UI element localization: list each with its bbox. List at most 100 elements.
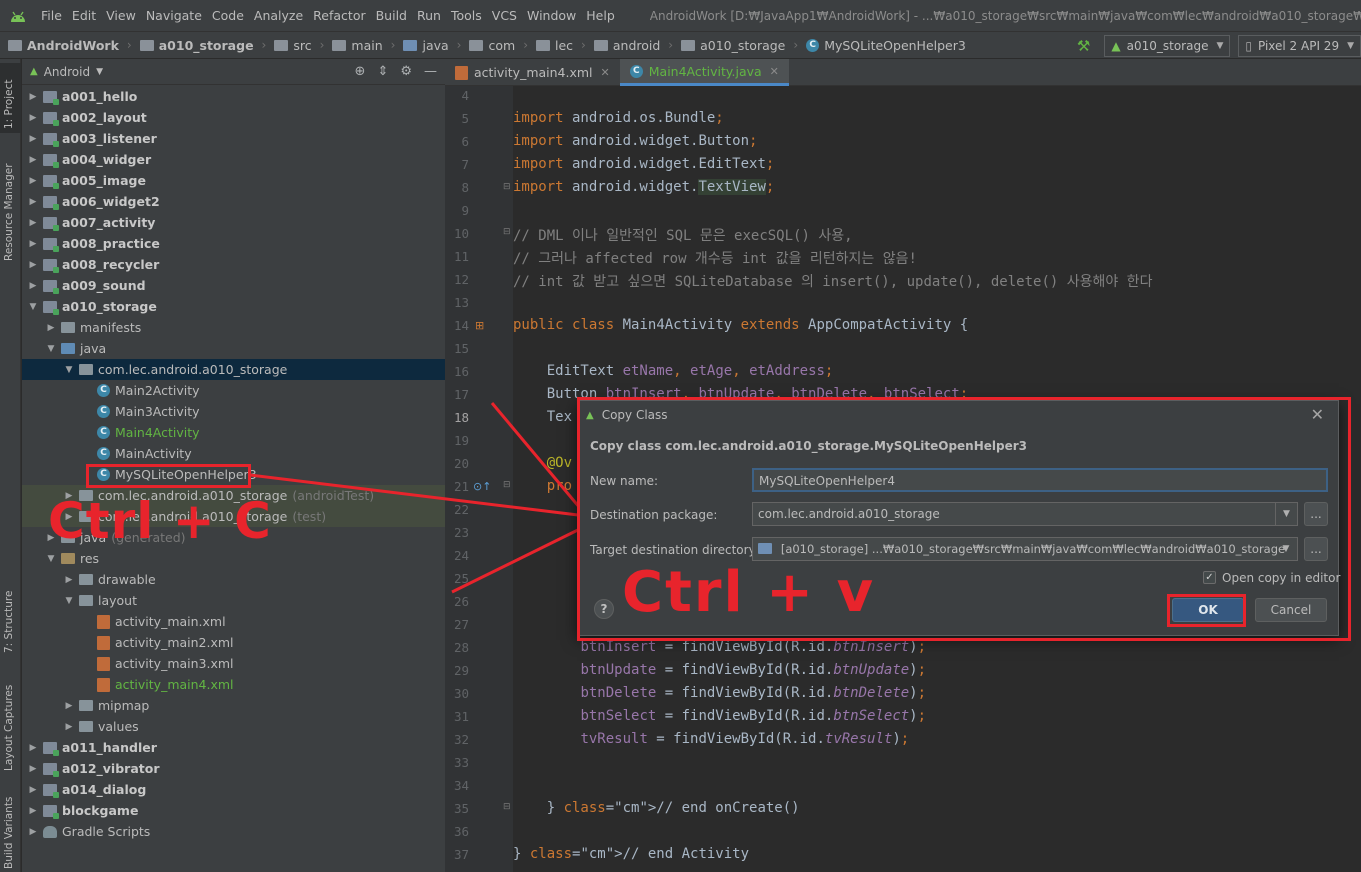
tree-item[interactable]: activity_main.xml xyxy=(22,611,445,632)
tree-item[interactable]: activity_main2.xml xyxy=(22,632,445,653)
chevron-right-icon[interactable]: ▶ xyxy=(26,134,40,144)
code-line[interactable]: @Ov xyxy=(513,455,572,471)
chevron-down-icon[interactable]: ▼ xyxy=(62,365,76,375)
menu-refactor[interactable]: Refactor xyxy=(308,8,370,23)
menu-vcs[interactable]: VCS xyxy=(487,8,522,23)
chevron-right-icon[interactable]: ▶ xyxy=(26,155,40,165)
chevron-right-icon[interactable]: ▶ xyxy=(44,323,58,333)
tree-item[interactable]: ▶ a012_vibrator xyxy=(22,758,445,779)
chevron-right-icon[interactable]: ▶ xyxy=(62,575,76,585)
chevron-down-icon[interactable]: ▼ xyxy=(44,554,58,564)
chevron-down-icon[interactable]: ▼ xyxy=(62,596,76,606)
chevron-right-icon[interactable]: ▶ xyxy=(26,92,40,102)
code-line[interactable]: btnInsert = findViewById(R.id.btnInsert)… xyxy=(513,639,926,655)
code-line[interactable]: tvResult = findViewById(R.id.tvResult); xyxy=(513,731,909,747)
code-line[interactable]: public class Main4Activity extends AppCo… xyxy=(513,317,968,333)
tree-item[interactable]: ▶ mipmap xyxy=(22,695,445,716)
tree-item[interactable]: ▶ a014_dialog xyxy=(22,779,445,800)
tree-item[interactable]: ▶ drawable xyxy=(22,569,445,590)
code-line[interactable]: btnUpdate = findViewById(R.id.btnUpdate)… xyxy=(513,662,926,678)
menu-window[interactable]: Window xyxy=(522,8,581,23)
tab-project[interactable]: 1: Project xyxy=(0,63,21,133)
chevron-right-icon[interactable]: ▶ xyxy=(26,176,40,186)
close-icon[interactable]: ✕ xyxy=(601,66,610,79)
breadcrumb-item[interactable]: src › xyxy=(266,38,324,53)
fold-icon[interactable]: ⊟ xyxy=(503,227,511,237)
chevron-right-icon[interactable]: ▶ xyxy=(62,701,76,711)
code-line[interactable]: // int 값 받고 싶으면 SQLiteDatabase 의 insert(… xyxy=(513,271,1152,291)
chevron-right-icon[interactable]: ▶ xyxy=(26,281,40,291)
menu-navigate[interactable]: Navigate xyxy=(141,8,207,23)
code-line[interactable]: import android.widget.TextView; xyxy=(513,179,774,195)
tree-item[interactable]: ▶ a008_recycler xyxy=(22,254,445,275)
chevron-right-icon[interactable]: ▶ xyxy=(26,260,40,270)
tab-resource-manager[interactable]: Resource Manager xyxy=(0,149,21,265)
breadcrumb-item[interactable]: C MySQLiteOpenHelper3 xyxy=(798,38,966,53)
menu-help[interactable]: Help xyxy=(581,8,620,23)
gear-icon[interactable]: ⚙ xyxy=(400,64,412,79)
menu-file[interactable]: File xyxy=(36,8,67,23)
tree-item[interactable]: ▶ a005_image xyxy=(22,170,445,191)
tree-item[interactable]: ▶ a003_listener xyxy=(22,128,445,149)
tree-item[interactable]: ▶ a001_hello xyxy=(22,86,445,107)
chevron-right-icon[interactable]: ▶ xyxy=(26,743,40,753)
device-combo[interactable]: ▯ Pixel 2 API 29 ▼ xyxy=(1238,35,1361,57)
fold-icon[interactable]: ⊟ xyxy=(503,802,511,812)
breadcrumb-item[interactable]: a010_storage › xyxy=(673,38,798,53)
chevron-right-icon[interactable]: ▶ xyxy=(26,197,40,207)
code-line[interactable]: import android.os.Bundle; xyxy=(513,110,724,126)
chevron-down-icon[interactable]: ▼ xyxy=(26,302,40,312)
breadcrumb-item[interactable]: AndroidWork › xyxy=(0,38,132,53)
code-line[interactable]: btnSelect = findViewById(R.id.btnSelect)… xyxy=(513,708,926,724)
tree-item[interactable]: ▶ a009_sound xyxy=(22,275,445,296)
menu-edit[interactable]: Edit xyxy=(67,8,101,23)
tree-item[interactable]: ▼ java xyxy=(22,338,445,359)
tree-item[interactable]: ▼ res xyxy=(22,548,445,569)
tree-item[interactable]: C Main3Activity xyxy=(22,401,445,422)
menu-view[interactable]: View xyxy=(101,8,141,23)
project-view-selector[interactable]: Android xyxy=(44,65,90,79)
tab-build-variants[interactable]: Build Variants xyxy=(0,795,21,871)
breadcrumb-item[interactable]: lec › xyxy=(528,38,586,53)
chevron-right-icon[interactable]: ▶ xyxy=(26,785,40,795)
breadcrumb-item[interactable]: com › xyxy=(461,38,528,53)
tab-structure[interactable]: 7: Structure xyxy=(0,577,21,657)
tree-item[interactable]: activity_main3.xml xyxy=(22,653,445,674)
tree-item[interactable]: ▶ a011_handler xyxy=(22,737,445,758)
collapse-all-icon[interactable]: ⇕ xyxy=(377,64,388,79)
tree-item[interactable]: ▶ a006_widget2 xyxy=(22,191,445,212)
tree-item[interactable]: ▶ values xyxy=(22,716,445,737)
tree-item[interactable]: ▶ a004_widger xyxy=(22,149,445,170)
close-icon[interactable]: ✕ xyxy=(770,65,779,78)
code-line[interactable]: EditText etName, etAge, etAddress; xyxy=(513,363,834,379)
menu-analyze[interactable]: Analyze xyxy=(249,8,308,23)
minimize-icon[interactable]: — xyxy=(424,64,437,79)
code-line[interactable]: // 그러나 affected row 개수등 int 값을 리턴하지는 않음! xyxy=(513,248,917,268)
tree-item[interactable]: ▶ a008_practice xyxy=(22,233,445,254)
tree-item[interactable]: C Main4Activity xyxy=(22,422,445,443)
tree-item[interactable]: ▼ layout xyxy=(22,590,445,611)
tree-item[interactable]: ▶ Gradle Scripts xyxy=(22,821,445,842)
code-line[interactable]: } class="cm">// end Activity xyxy=(513,846,749,862)
class-hierarchy-icon[interactable]: ⊞ xyxy=(475,319,484,332)
code-line[interactable]: pro xyxy=(513,478,572,494)
tree-item[interactable]: ▶ manifests xyxy=(22,317,445,338)
chevron-right-icon[interactable]: ▶ xyxy=(26,827,40,837)
fold-icon[interactable]: ⊟ xyxy=(503,480,511,490)
breadcrumb-item[interactable]: main › xyxy=(324,38,395,53)
code-line[interactable]: import android.widget.Button; xyxy=(513,133,757,149)
module-combo[interactable]: ▲ a010_storage ▼ xyxy=(1104,35,1231,57)
chevron-down-icon[interactable]: ▼ xyxy=(44,344,58,354)
locate-icon[interactable]: ⊕ xyxy=(355,64,366,79)
menu-code[interactable]: Code xyxy=(207,8,249,23)
chevron-right-icon[interactable]: ▶ xyxy=(26,218,40,228)
menu-tools[interactable]: Tools xyxy=(446,8,487,23)
tree-item[interactable]: ▶ a002_layout xyxy=(22,107,445,128)
tree-item[interactable]: ▼ com.lec.android.a010_storage xyxy=(22,359,445,380)
code-line[interactable]: import android.widget.EditText; xyxy=(513,156,774,172)
breadcrumb-item[interactable]: java › xyxy=(395,38,461,53)
tree-item[interactable]: activity_main4.xml xyxy=(22,674,445,695)
chevron-right-icon[interactable]: ▶ xyxy=(26,806,40,816)
tab-activity-main4-xml[interactable]: activity_main4.xml ✕ xyxy=(445,59,620,86)
override-icon[interactable]: ⊙↑ xyxy=(473,480,491,493)
